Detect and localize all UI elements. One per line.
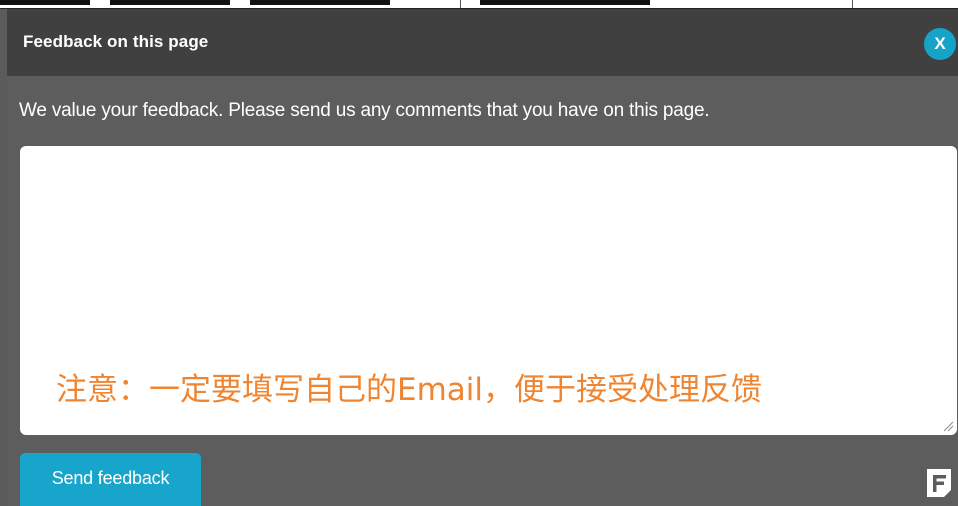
background-divider bbox=[460, 0, 461, 8]
dialog-intro-text: We value your feedback. Please send us a… bbox=[19, 100, 710, 121]
send-feedback-button[interactable]: Send feedback bbox=[20, 453, 201, 506]
feedback-dialog-body: We value your feedback. Please send us a… bbox=[7, 76, 958, 506]
background-text-fragment bbox=[110, 0, 230, 5]
close-icon: X bbox=[934, 34, 946, 53]
resize-grip-icon[interactable] bbox=[942, 420, 954, 432]
feedback-dialog-header: Feedback on this page X bbox=[7, 9, 958, 76]
dialog-title: Feedback on this page bbox=[23, 32, 209, 51]
feedback-comment-field[interactable]: 注意：一定要填写自己的Email，便于接受处理反馈 bbox=[20, 146, 957, 435]
email-reminder-note: 注意：一定要填写自己的Email，便于接受处理反馈 bbox=[56, 372, 763, 408]
close-button[interactable]: X bbox=[924, 28, 956, 60]
feedback-brand-icon bbox=[927, 469, 951, 497]
background-text-fragment bbox=[250, 0, 390, 5]
background-text-fragment bbox=[0, 0, 90, 5]
background-text-fragment bbox=[480, 0, 650, 5]
background-page-strip bbox=[0, 0, 958, 9]
background-divider bbox=[852, 0, 853, 8]
